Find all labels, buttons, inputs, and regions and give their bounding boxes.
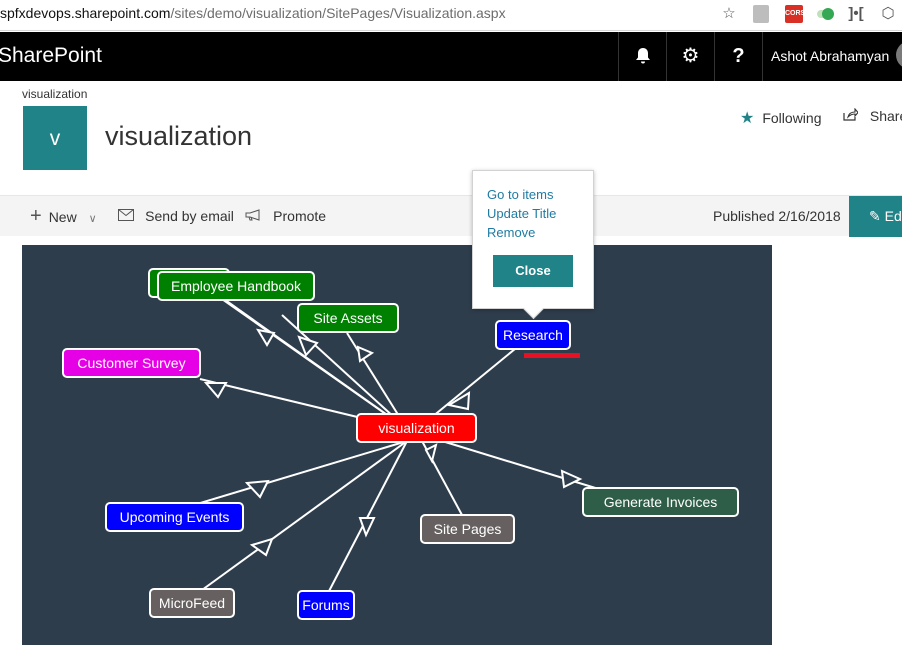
graph-node-visualization[interactable]: visualization: [356, 413, 477, 443]
arrowhead-2: [297, 335, 319, 357]
url-host: spfxdevops.sharepoint.com: [0, 5, 171, 21]
browser-address-bar: spfxdevops.sharepoint.com/sites/demo/vis…: [0, 0, 902, 31]
url-path: /sites/demo/visualization/SitePages/Visu…: [170, 5, 506, 21]
send-by-email-label: Send by email: [145, 208, 234, 224]
selection-underline: [524, 353, 580, 358]
remove-link[interactable]: Remove: [487, 225, 535, 240]
arrowhead-4: [203, 382, 228, 399]
url-field[interactable]: spfxdevops.sharepoint.com/sites/demo/vis…: [0, 5, 506, 21]
settings-gear-icon[interactable]: ⚙: [666, 32, 714, 81]
new-button[interactable]: + New ∨: [30, 196, 97, 237]
arrowhead-1: [255, 328, 276, 347]
graph-node-upcoming-events[interactable]: Upcoming Events: [105, 502, 244, 532]
breadcrumb[interactable]: visualization: [22, 87, 87, 101]
edit-button[interactable]: ✎ Edit: [849, 196, 902, 237]
chevron-down-icon: ∨: [88, 213, 97, 225]
share-icon: [843, 107, 862, 124]
pencil-icon: ✎: [869, 208, 881, 224]
promote-button[interactable]: Promote: [245, 196, 326, 237]
bookmark-star-icon[interactable]: ☆: [719, 4, 739, 24]
shield-extension-icon[interactable]: ⬡: [878, 4, 898, 24]
plus-icon: +: [30, 205, 42, 227]
graph-node-microfeed[interactable]: MicroFeed: [149, 588, 235, 618]
share-label: Share: [869, 108, 902, 124]
update-title-link[interactable]: Update Title: [487, 206, 556, 221]
following-label: Following: [762, 110, 822, 126]
published-status: Published 2/16/2018: [713, 208, 841, 224]
sharepoint-brand[interactable]: SharePoint: [0, 44, 102, 68]
arrowhead-8: [358, 517, 376, 538]
graph-node-research[interactable]: Research: [495, 320, 571, 350]
go-to-items-link[interactable]: Go to items: [487, 187, 553, 202]
graph-node-customer-survey[interactable]: Customer Survey: [62, 348, 201, 378]
megaphone-icon: [245, 208, 266, 225]
new-label: New: [48, 209, 77, 225]
edit-label: Edit: [884, 208, 902, 224]
site-logo[interactable]: v: [23, 106, 87, 170]
close-button[interactable]: Close: [493, 255, 573, 287]
graph-canvas[interactable]: Employee Handbook Site Assets Customer S…: [22, 245, 772, 645]
arrowhead-3: [356, 345, 375, 363]
site-title[interactable]: visualization: [105, 121, 252, 152]
following-button[interactable]: ★ Following: [740, 108, 821, 128]
send-by-email-button[interactable]: Send by email: [118, 196, 234, 237]
notifications-bell-icon[interactable]: [618, 32, 666, 81]
extension-box-icon[interactable]: [753, 5, 769, 23]
edge-generate-invoices: [441, 440, 603, 491]
star-filled-icon: ★: [740, 110, 755, 127]
user-name[interactable]: Ashot Abrahamyan: [762, 32, 889, 81]
promote-label: Promote: [273, 208, 327, 224]
share-button[interactable]: Share: [843, 107, 902, 124]
node-context-popup: Go to items Update Title Remove Close: [472, 170, 594, 309]
arrowhead-9: [424, 443, 438, 464]
arrowhead-10: [560, 469, 583, 489]
mail-icon: [118, 208, 138, 225]
suite-bar: SharePoint ⚙ ? Ashot Abrahamyan: [0, 32, 902, 81]
bracket-extension-icon[interactable]: ]•[: [846, 4, 866, 24]
graph-node-generate-invoices[interactable]: Generate Invoices: [582, 487, 739, 517]
graph-node-site-pages[interactable]: Site Pages: [420, 514, 515, 544]
help-icon[interactable]: ?: [714, 32, 762, 81]
graph-node-forums[interactable]: Forums: [297, 590, 355, 620]
command-bar: + New ∨ Send by email Promote Published 2…: [0, 195, 902, 237]
page-root: spfxdevops.sharepoint.com/sites/demo/vis…: [0, 0, 902, 660]
graph-node-site-assets[interactable]: Site Assets: [297, 303, 399, 333]
toggle-extension-icon[interactable]: [815, 4, 835, 24]
cors-extension-icon[interactable]: CORS: [785, 5, 805, 23]
graph-node-employee-handbook[interactable]: Employee Handbook: [157, 271, 315, 301]
edge-upcoming-events: [176, 440, 408, 511]
